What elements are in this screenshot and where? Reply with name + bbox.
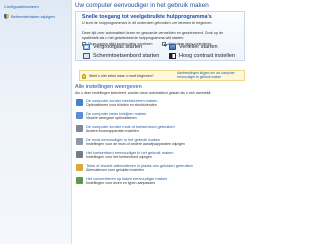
settings-item-description: Alternatieven voor geluiden instellen (86, 168, 144, 172)
start-onscreen-keyboard-button[interactable]: Schermtoetsenbord starten (83, 53, 159, 59)
shield-icon (4, 14, 9, 19)
monitor-icon (76, 99, 83, 106)
narrator-icon (169, 44, 176, 50)
mouse-icon (76, 138, 83, 145)
hint-question: Weet u niet zeker waar u moet beginnen? (89, 74, 154, 78)
page-title: Uw computer eenvoudiger in het gebruik m… (75, 2, 209, 9)
settings-item-description: Instellingen voor lezen en typen aanpass… (86, 181, 156, 185)
settings-item-description: Visuele weergave optimaliseren (86, 116, 137, 120)
main-content: Uw computer eenvoudiger in het gebruik m… (75, 0, 252, 244)
settings-item: De computer zonder beeldscherm maken Opti… (75, 98, 247, 110)
start-narrator-button[interactable]: Verteller starten (169, 44, 218, 50)
display-icon (76, 112, 83, 119)
magnifier-icon (83, 44, 90, 50)
keyboard-icon (83, 53, 90, 59)
settings-item-description: Andere invoerapparaten instellen (86, 129, 139, 133)
keyboard-icon (76, 151, 83, 158)
control-panel-home-link[interactable]: Configuratiescherm (4, 4, 39, 9)
recommendation-hint: Weet u niet zeker waar u moet beginnen? … (79, 70, 245, 81)
settings-item-description: Instellingen voor de muis of andere aanw… (86, 142, 185, 146)
set-high-contrast-button[interactable]: Hoog contrast instellen (169, 53, 235, 59)
settings-item: Het toetsenbord eenvoudiger in het gebru… (75, 150, 247, 162)
start-magnifier-label: Vergrootglas starten (93, 44, 143, 50)
settings-item: De computer zonder muis of toetsenbord g… (75, 124, 247, 136)
get-recommendations-link[interactable]: Aanbevelingen krijgen om uw computer een… (177, 71, 245, 80)
settings-item: De computer beter bekijken maken Visuele … (75, 111, 247, 123)
start-onscreen-keyboard-label: Schermtoetsenbord starten (93, 53, 160, 59)
focus-icon (76, 177, 83, 184)
quick-access-instructions: Deze tijd over automatisch lezen en gesc… (82, 31, 224, 40)
settings-item: De muis eenvoudiger in het gebruik maken… (75, 137, 247, 149)
sidebar: Configuratiescherm Beheerdertaken wijzig… (0, 0, 72, 244)
set-high-contrast-label: Hoog contrast instellen (179, 53, 235, 59)
change-admin-tasks-label: Beheerdertaken wijzigen (11, 14, 55, 19)
start-magnifier-button[interactable]: Vergrootglas starten (83, 44, 142, 50)
contrast-icon (169, 53, 176, 59)
speech-icon (76, 164, 83, 171)
all-settings-subtitle: Als u deze instellingen selecteert, word… (75, 91, 212, 95)
quick-access-title: Snelle toegang tot veelgebruikte hulppro… (82, 14, 212, 20)
change-admin-tasks-link[interactable]: Beheerdertaken wijzigen (4, 14, 55, 19)
settings-item: Het concentreren op taken eenvoudiger ma… (75, 176, 247, 188)
quick-access-text: U kunt de hulpprogramma's in dit onderde… (82, 21, 213, 25)
all-settings-title: Alle instellingen weergeven (75, 84, 142, 90)
settings-item: Tekst of visuele alternatieven in plaats… (75, 163, 247, 175)
settings-item-description: Instellingen voor het toetsenbord wijzig… (86, 155, 152, 159)
start-narrator-label: Verteller starten (179, 44, 218, 50)
keyboard-mouse-icon (76, 125, 83, 132)
scan-checkbox[interactable] (162, 42, 166, 46)
settings-item-description: Optimaliseren voor blinden en slechtzien… (86, 103, 157, 107)
lightbulb-icon (82, 73, 86, 79)
